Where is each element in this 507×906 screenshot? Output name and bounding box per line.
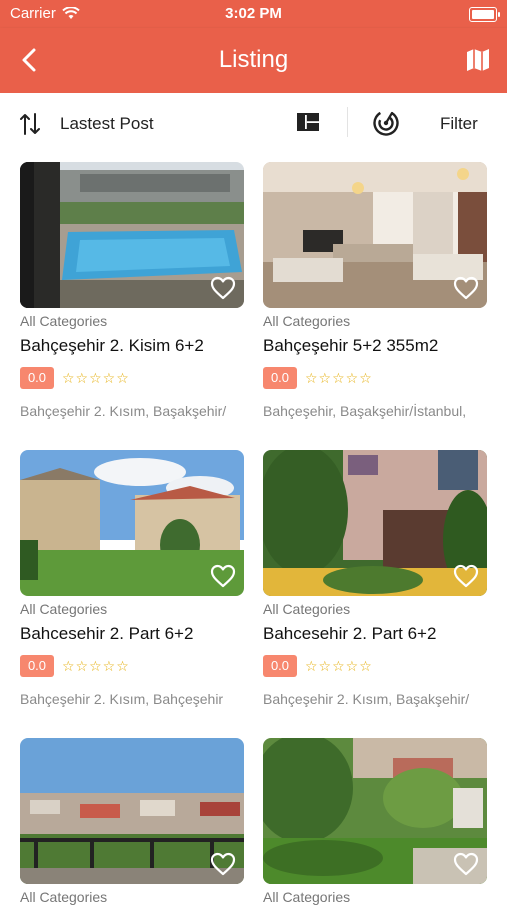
listing-card[interactable]: All Categories Bahcesehir 2. Part 6+2 0.… (263, 450, 487, 708)
star-rating: ☆☆☆☆☆ (62, 369, 130, 386)
listing-category: All Categories (263, 601, 351, 617)
heart-icon[interactable] (453, 276, 479, 300)
battery-icon (469, 7, 500, 22)
listing-address: Bahçeşehir 2. Kısım, Başakşehir/ (263, 691, 470, 707)
sort-icon[interactable] (19, 112, 41, 136)
listing-category: All Categories (20, 889, 108, 905)
listing-address: Bahçeşehir 2. Kısım, Bahçeşehir (20, 691, 224, 707)
status-bar: Carrier 3:02 PM (0, 0, 507, 28)
listing-card[interactable]: All Categories Bahçeşehir 2. Kisim 6+2 0… (20, 162, 244, 420)
radar-icon[interactable] (372, 109, 400, 137)
rating-badge: 0.0 (263, 367, 297, 389)
listing-photo[interactable] (263, 738, 487, 884)
listing-title[interactable]: Bahcesehir 2. Part 6+2 (20, 623, 244, 645)
heart-icon[interactable] (210, 852, 236, 876)
listing-address: Bahçeşehir 2. Kısım, Başakşehir/ (20, 403, 227, 419)
heart-icon[interactable] (210, 276, 236, 300)
heart-icon[interactable] (453, 852, 479, 876)
rating-row: 0.0 ☆☆☆☆☆ (263, 367, 487, 389)
listing-title[interactable]: Bahcesehir 2. Part 6+2 (263, 623, 487, 645)
listing-card[interactable]: All Categories (263, 738, 487, 906)
listing-title[interactable]: Bahçeşehir 5+2 355m2 (263, 335, 487, 357)
listing-card[interactable]: All Categories Bahcesehir 2. Part 6+2 0.… (20, 450, 244, 708)
sort-button[interactable]: Lastest Post (60, 114, 154, 134)
sort-filter-toolbar: Lastest Post Filter (0, 93, 507, 153)
rating-row: 0.0 ☆☆☆☆☆ (20, 655, 244, 677)
listing-photo[interactable] (20, 738, 244, 884)
listing-category: All Categories (263, 313, 351, 329)
listing-photo[interactable] (263, 450, 487, 596)
rating-row: 0.0 ☆☆☆☆☆ (20, 367, 244, 389)
listing-photo[interactable] (263, 162, 487, 308)
star-rating: ☆☆☆☆☆ (305, 657, 373, 674)
star-rating: ☆☆☆☆☆ (305, 369, 373, 386)
grid-view-icon[interactable] (297, 113, 319, 131)
listing-category: All Categories (20, 313, 108, 329)
rating-row: 0.0 ☆☆☆☆☆ (263, 655, 487, 677)
rating-badge: 0.0 (263, 655, 297, 677)
clock: 3:02 PM (225, 5, 282, 22)
listing-card[interactable]: All Categories Bahçeşehir 5+2 355m2 0.0 … (263, 162, 487, 420)
heart-icon[interactable] (210, 564, 236, 588)
heart-icon[interactable] (453, 564, 479, 588)
listing-photo[interactable] (20, 162, 244, 308)
nav-bar: Listing (0, 28, 507, 93)
filter-button[interactable]: Filter (440, 114, 478, 134)
listing-address: Bahçeşehir, Başakşehir/İstanbul, (263, 403, 467, 419)
listing-category: All Categories (263, 889, 351, 905)
listing-title[interactable]: Bahçeşehir 2. Kisim 6+2 (20, 335, 244, 357)
rating-badge: 0.0 (20, 367, 54, 389)
listing-category: All Categories (20, 601, 108, 617)
rating-badge: 0.0 (20, 655, 54, 677)
star-rating: ☆☆☆☆☆ (62, 657, 130, 674)
page-title: Listing (218, 46, 289, 73)
listing-photo[interactable] (20, 450, 244, 596)
listing-card[interactable]: All Categories (20, 738, 244, 906)
toolbar-divider (347, 107, 348, 137)
map-icon[interactable] (465, 47, 491, 73)
